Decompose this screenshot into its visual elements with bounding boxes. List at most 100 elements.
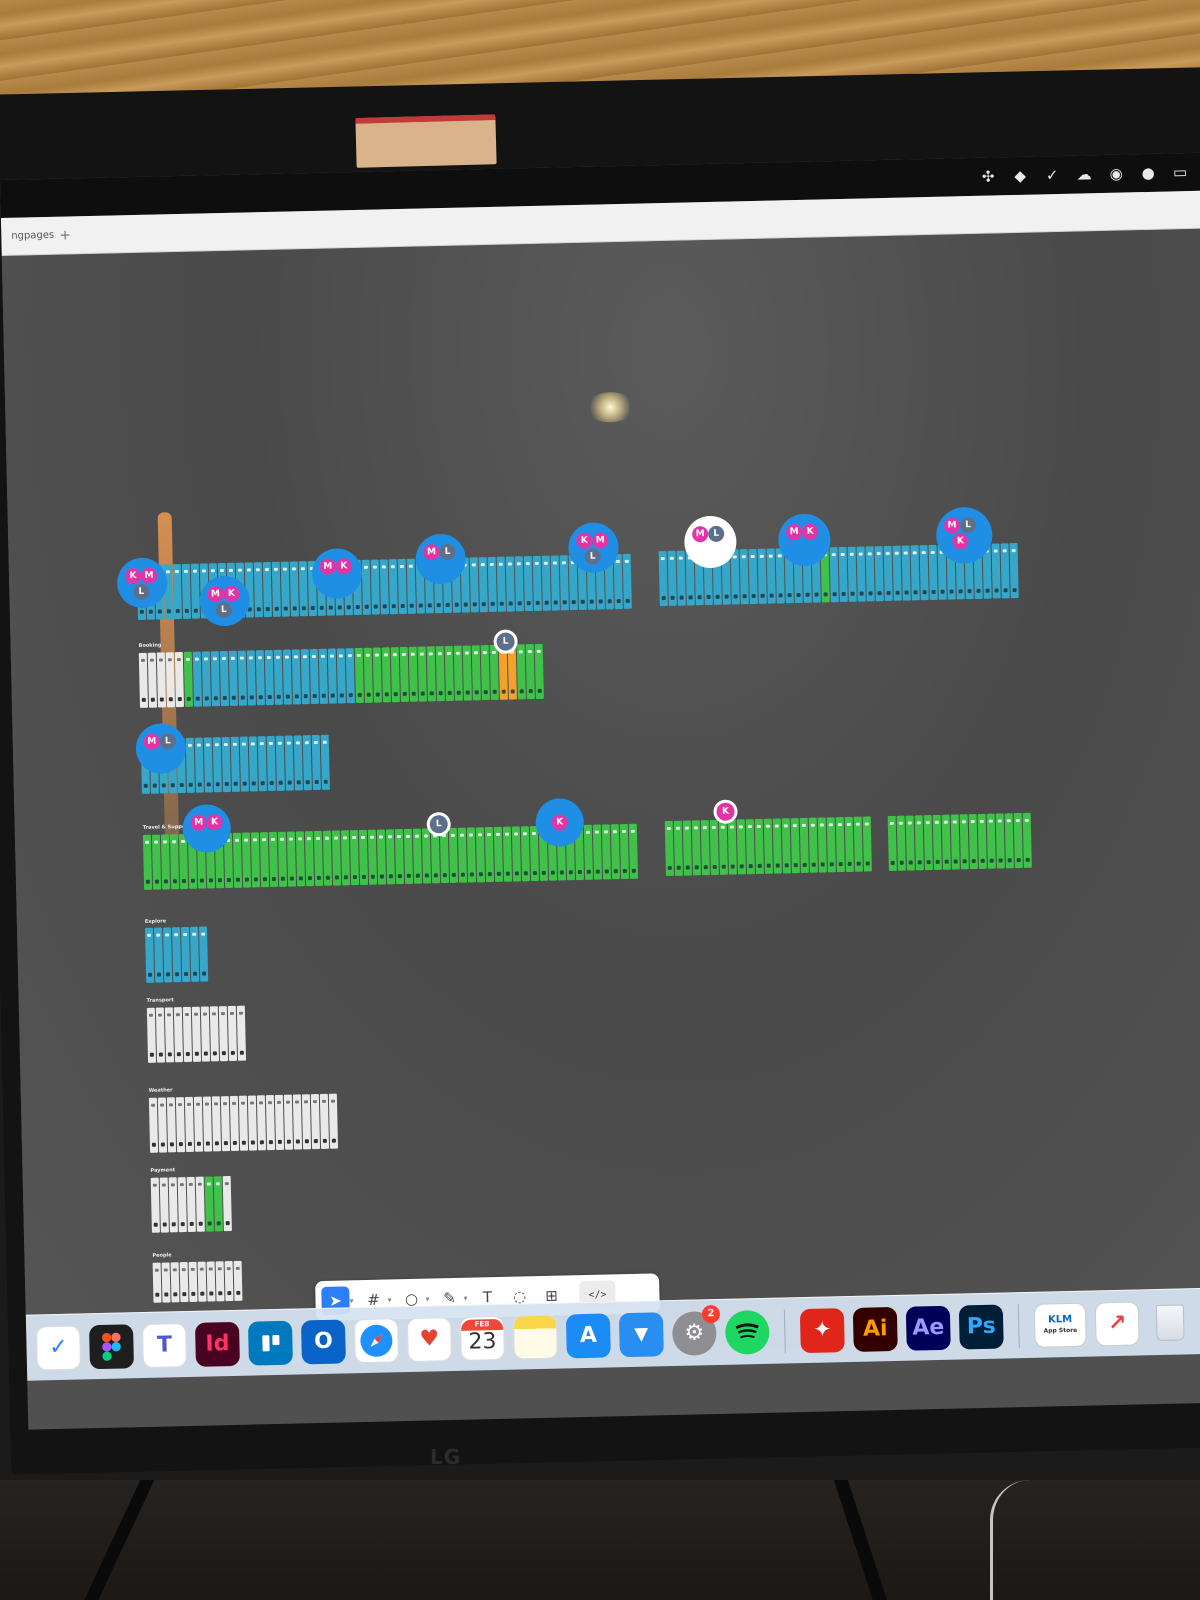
artboard-frame[interactable]	[206, 1261, 216, 1302]
artboard-frame[interactable]	[847, 546, 857, 602]
artboard-frame[interactable]	[264, 649, 274, 706]
artboard-frame[interactable]	[718, 819, 728, 875]
artboard-frame[interactable]	[1000, 543, 1010, 599]
artboard-frame[interactable]	[266, 735, 276, 792]
artboard-frame[interactable]	[213, 1176, 223, 1232]
artboard-frame[interactable]	[192, 651, 202, 707]
artboard-frame[interactable]	[856, 546, 866, 602]
section-label[interactable]: People	[152, 1252, 171, 1258]
artboard-frame[interactable]	[910, 545, 920, 601]
browser-tab[interactable]: ngpages	[1, 223, 64, 250]
artboard-frame[interactable]	[484, 826, 495, 883]
artboard-frame[interactable]	[772, 818, 782, 874]
artboard-frame[interactable]	[968, 814, 978, 870]
artboard-frame[interactable]	[826, 817, 836, 873]
artboard-frame[interactable]	[941, 814, 951, 870]
artboard-frame[interactable]	[239, 736, 249, 792]
artboard-frame[interactable]	[995, 813, 1005, 869]
artboard-frame[interactable]	[727, 819, 737, 875]
artboard-frame[interactable]	[302, 735, 312, 791]
artboard-frame[interactable]	[204, 1176, 214, 1232]
dock-app-keynote[interactable]: ▼	[618, 1311, 664, 1357]
artboard-frame[interactable]	[145, 927, 155, 983]
artboard-frame[interactable]	[514, 556, 524, 612]
artboard-frame[interactable]	[301, 1094, 312, 1150]
chevron-down-icon[interactable]: ▾	[349, 1296, 353, 1305]
artboard-frame[interactable]	[265, 1095, 276, 1151]
artboard-frame[interactable]	[991, 543, 1001, 599]
artboard-frame[interactable]	[310, 1094, 321, 1150]
artboard-frame[interactable]	[444, 645, 454, 702]
artboard-frame[interactable]	[349, 830, 360, 886]
artboard-frame[interactable]	[168, 1177, 178, 1233]
artboard-frame[interactable]	[754, 818, 764, 875]
artboard-frame[interactable]	[619, 823, 630, 880]
dock-app-outlook[interactable]: O	[300, 1318, 346, 1364]
dock-app-acrobat[interactable]: ✦	[799, 1307, 845, 1353]
artboard-frame[interactable]	[320, 734, 330, 790]
artboard-frame[interactable]	[177, 1177, 187, 1233]
artboard-frame[interactable]	[887, 815, 897, 872]
artboard-frame[interactable]	[475, 827, 486, 883]
artboard-frame[interactable]	[295, 831, 306, 887]
artboard-frame[interactable]	[291, 649, 301, 705]
artboard-frame[interactable]	[1004, 813, 1014, 869]
artboard-frame[interactable]	[775, 548, 785, 604]
cloud-icon[interactable]: ☁	[1074, 164, 1094, 184]
section-label[interactable]: Transport	[147, 997, 174, 1004]
dock-app-figma[interactable]	[88, 1323, 134, 1369]
artboard-frame[interactable]	[853, 816, 863, 872]
artboard-frame[interactable]	[247, 1095, 258, 1151]
artboard-frame[interactable]	[986, 813, 996, 869]
artboard-frame[interactable]	[406, 558, 416, 614]
artboard-frame[interactable]	[739, 549, 749, 605]
artboard-frame[interactable]	[914, 815, 924, 871]
artboard-frame[interactable]	[304, 831, 315, 887]
artboard-frame[interactable]	[161, 1262, 171, 1303]
artboard-frame[interactable]	[865, 546, 875, 602]
artboard-frame[interactable]	[469, 557, 479, 613]
artboard-frame[interactable]	[283, 1094, 294, 1150]
artboard-frame[interactable]	[224, 1261, 234, 1302]
artboard-frame[interactable]	[448, 827, 459, 883]
artboard-frame[interactable]	[439, 828, 450, 884]
artboard-frame[interactable]	[622, 553, 632, 609]
artboard-frame[interactable]	[928, 544, 938, 601]
artboard-frame[interactable]	[748, 548, 758, 605]
artboard-frame[interactable]	[248, 736, 258, 792]
artboard-frame[interactable]	[259, 832, 270, 888]
artboard-frame[interactable]	[210, 651, 220, 707]
dock-app-trello[interactable]	[247, 1320, 293, 1366]
artboard-frame[interactable]	[730, 549, 740, 605]
artboard-frame[interactable]	[883, 545, 893, 602]
artboard-frame[interactable]	[156, 652, 167, 708]
dock-trash[interactable]	[1148, 1300, 1193, 1345]
checkmark-circle-icon[interactable]: ✓	[1042, 165, 1062, 185]
artboard-frame[interactable]	[230, 736, 240, 792]
artboard-frame[interactable]	[613, 553, 623, 610]
chevron-down-icon[interactable]: ▾	[463, 1293, 467, 1302]
artboard-frame[interactable]	[457, 827, 468, 883]
artboard-frame[interactable]	[541, 555, 551, 611]
artboard-frame[interactable]	[361, 559, 371, 615]
artboard-frame[interactable]	[363, 647, 373, 703]
artboard-frame[interactable]	[799, 817, 809, 874]
artboard-frame[interactable]	[874, 546, 884, 602]
artboard-frame[interactable]	[601, 824, 612, 880]
artboard-frame[interactable]	[426, 646, 436, 702]
artboard-frame[interactable]	[154, 927, 164, 983]
collaborator-cluster[interactable]: MKL	[199, 575, 251, 627]
artboard-frame[interactable]	[246, 650, 256, 706]
artboard-frame[interactable]	[399, 646, 409, 703]
artboard-frame[interactable]	[529, 825, 540, 882]
artboard-frame[interactable]	[237, 650, 247, 706]
section-label[interactable]: Booking	[139, 642, 162, 649]
artboard-frame[interactable]	[628, 823, 639, 879]
artboard-frame[interactable]	[186, 1176, 196, 1233]
artboard-frame[interactable]	[340, 830, 351, 886]
artboard-frame[interactable]	[289, 561, 299, 617]
artboard-frame[interactable]	[862, 816, 872, 872]
artboard-frame[interactable]	[194, 737, 204, 793]
artboard-frame[interactable]	[327, 648, 337, 704]
artboard-frame[interactable]	[505, 556, 515, 612]
